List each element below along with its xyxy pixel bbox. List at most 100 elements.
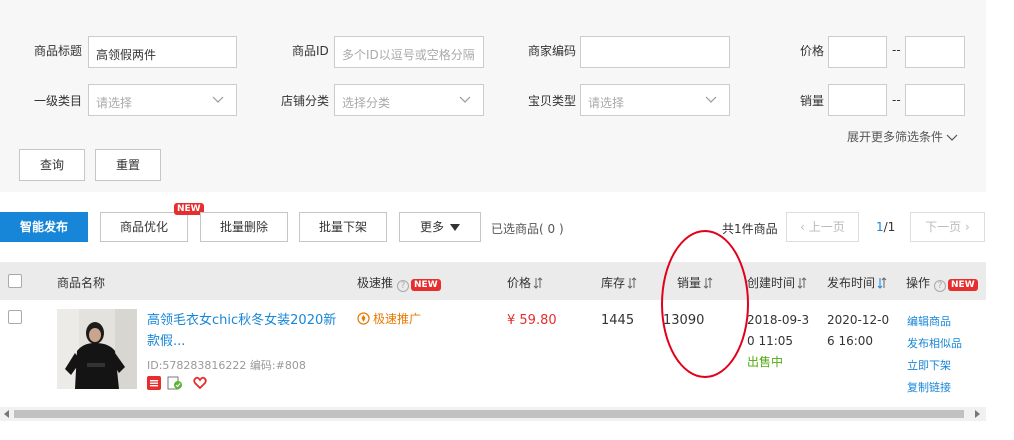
product-id-code: ID:578283816222 编码:#808 <box>147 359 306 372</box>
chevron-down-icon <box>946 134 958 141</box>
copy-link-link[interactable]: 复制链接 <box>907 379 951 395</box>
batch-unlist-button[interactable]: 批量下架 <box>299 212 387 242</box>
new-badge: NEW <box>948 279 978 291</box>
column-name: 商品名称 <box>57 276 106 290</box>
sales-max-input[interactable] <box>905 84 965 116</box>
shop-category-label: 店铺分类 <box>281 94 330 108</box>
column-actions-label: 操作 <box>906 276 931 290</box>
row-checkbox[interactable] <box>8 310 22 324</box>
column-created-label: 创建时间 <box>747 276 796 290</box>
table-header: 商品名称 极速推? NEW 价格 库存 销量 创建时间 发布时间 操作? NEW <box>0 262 986 300</box>
sales-label: 销量 <box>800 94 825 108</box>
column-price[interactable]: 价格 <box>507 274 543 291</box>
category-select[interactable]: 请选择 <box>88 84 237 116</box>
page-indicator: 1/1 <box>876 220 895 234</box>
query-button[interactable]: 查询 <box>19 149 85 181</box>
price-max-input[interactable] <box>905 36 965 68</box>
column-created[interactable]: 创建时间 <box>747 274 807 291</box>
column-sales[interactable]: 销量 <box>677 274 713 291</box>
sort-icon <box>533 277 543 289</box>
chevron-right-icon: › <box>961 220 970 234</box>
merchant-code-label: 商家编码 <box>528 44 577 58</box>
sort-icon <box>797 277 807 289</box>
sort-icon <box>877 277 887 289</box>
column-stock-label: 库存 <box>601 276 626 290</box>
shop-category-select[interactable]: 选择分类 <box>334 84 484 116</box>
horizontal-scrollbar[interactable] <box>0 407 986 421</box>
item-type-select-value: 请选择 <box>588 96 625 110</box>
total-count: 共1件商品 <box>722 222 778 236</box>
current-page: 1 <box>876 220 884 234</box>
created-time: 2018-09-3 0 11:05 出售中 <box>747 310 809 373</box>
price-separator: -- <box>892 43 901 57</box>
item-type-select[interactable]: 请选择 <box>580 84 730 116</box>
edit-product-link[interactable]: 编辑商品 <box>907 313 951 329</box>
column-sales-label: 销量 <box>677 276 702 290</box>
prev-page-label: 上一页 <box>808 220 845 234</box>
code-icon <box>147 376 161 390</box>
column-promotion: 极速推? NEW <box>357 274 441 292</box>
merchant-code-input[interactable] <box>580 36 730 68</box>
published-time: 2020-12-0 6 16:00 <box>827 310 889 352</box>
scrollbar-thumb[interactable] <box>14 410 964 418</box>
more-label: 更多 <box>419 220 444 234</box>
chevron-down-icon <box>212 96 224 103</box>
sales-separator: -- <box>892 93 901 107</box>
created-date: 2018-09-3 <box>747 313 810 327</box>
help-icon[interactable]: ? <box>934 280 947 292</box>
batch-delete-button[interactable]: 批量删除 <box>200 212 288 242</box>
column-promotion-label: 极速推 <box>357 276 394 290</box>
product-id-label: 商品ID <box>292 44 329 58</box>
scroll-left-icon[interactable] <box>4 410 9 418</box>
filter-panel: 商品标题 高领假两件 商品ID 多个ID以逗号或空格分隔 商家编码 价格 -- … <box>0 0 986 192</box>
product-thumbnail[interactable] <box>57 309 137 389</box>
new-badge: NEW <box>411 279 441 291</box>
selected-count: 已选商品( 0 ) <box>491 222 564 236</box>
promotion-link[interactable]: 极速推广 <box>357 310 421 327</box>
sales-value: 13090 <box>663 313 705 328</box>
scroll-right-icon[interactable] <box>975 410 980 418</box>
expand-filters-label: 展开更多筛选条件 <box>847 130 944 144</box>
smart-publish-button[interactable]: 智能发布 <box>0 212 88 242</box>
category-select-value: 请选择 <box>96 96 133 110</box>
price-label: 价格 <box>800 44 825 58</box>
price-min-input[interactable] <box>828 36 887 68</box>
published-clock: 6 16:00 <box>827 334 874 348</box>
help-icon[interactable]: ? <box>397 280 410 292</box>
publish-similar-link[interactable]: 发布相似品 <box>907 335 962 351</box>
promotion-label: 极速推广 <box>373 312 422 326</box>
shop-category-select-value: 选择分类 <box>342 96 391 110</box>
more-dropdown-button[interactable]: 更多 <box>399 212 481 242</box>
unlist-now-link[interactable]: 立即下架 <box>907 357 951 373</box>
chevron-down-icon <box>705 96 717 103</box>
reset-button[interactable]: 重置 <box>95 149 161 181</box>
sort-icon <box>703 277 713 289</box>
product-title-input[interactable]: 高领假两件 <box>88 36 237 68</box>
product-title-link[interactable]: 高领毛衣女chic秋冬女装2020新款假... <box>147 310 342 352</box>
chevron-left-icon: ‹ <box>800 220 809 234</box>
next-page-label: 下一页 <box>925 220 962 234</box>
rocket-icon <box>357 312 370 325</box>
product-id-input[interactable]: 多个ID以逗号或空格分隔 <box>334 36 484 68</box>
column-published-label: 发布时间 <box>827 276 876 290</box>
status-badge: 出售中 <box>747 355 784 369</box>
expand-filters-link[interactable]: 展开更多筛选条件 <box>847 128 958 145</box>
published-date: 2020-12-0 <box>827 313 890 327</box>
price-value: ¥ 59.80 <box>507 313 557 328</box>
column-stock[interactable]: 库存 <box>601 274 637 291</box>
sort-icon <box>627 277 637 289</box>
column-published[interactable]: 发布时间 <box>827 274 887 291</box>
item-type-label: 宝贝类型 <box>528 94 577 108</box>
heart-icon <box>193 376 207 390</box>
sales-min-input[interactable] <box>828 84 887 116</box>
chevron-down-icon <box>459 96 471 103</box>
column-price-label: 价格 <box>507 276 532 290</box>
total-pages: /1 <box>883 220 896 234</box>
prev-page-button[interactable]: ‹ 上一页 <box>786 212 859 242</box>
verified-doc-icon <box>167 376 182 390</box>
optimize-button[interactable]: 商品优化 <box>100 212 188 242</box>
category-label: 一级类目 <box>34 94 83 108</box>
next-page-button[interactable]: 下一页 › <box>910 212 985 242</box>
created-clock: 0 11:05 <box>747 334 794 348</box>
select-all-checkbox[interactable] <box>8 274 22 288</box>
